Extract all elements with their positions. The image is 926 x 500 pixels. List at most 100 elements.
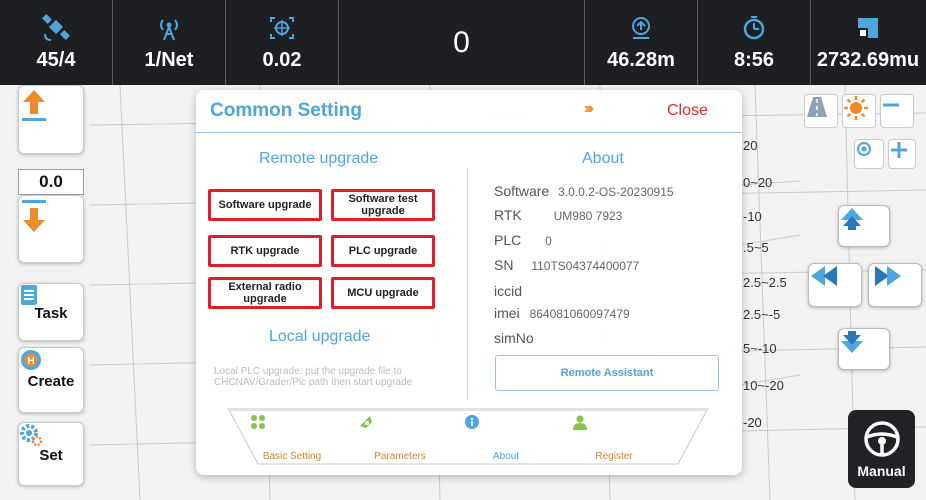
create-label: Create: [27, 372, 75, 390]
zoom-out-button[interactable]: [880, 94, 914, 128]
target-icon: [267, 11, 297, 45]
raise-blade-button[interactable]: [18, 85, 84, 154]
tab-about[interactable]: About: [464, 414, 548, 462]
plc-row: PLC 0: [494, 232, 552, 248]
software-key: Software: [494, 183, 550, 199]
local-upgrade-hint: Local PLC upgrade: put the upgrade file …: [214, 366, 413, 388]
iccid-key: iccid: [494, 283, 523, 299]
move-down-button[interactable]: [838, 328, 890, 370]
view-mode-button[interactable]: [804, 94, 838, 128]
common-setting-dialog: Common Setting ››› Close Remote upgrade …: [196, 90, 742, 475]
area-status: 2732.69mu: [811, 0, 925, 85]
sn-row: SN 110TS04374400077: [494, 257, 639, 273]
imei-key: imei: [494, 305, 520, 321]
plc-upgrade-button[interactable]: PLC upgrade: [331, 235, 435, 267]
plc-value: 0: [545, 234, 552, 248]
title-divider: [196, 132, 742, 133]
double-arrow-up-icon: [841, 208, 863, 230]
precision-value: 0.02: [262, 48, 302, 71]
area-value: 2732.69mu: [816, 48, 920, 71]
blade-height-value: 0.0: [18, 169, 84, 195]
center-value: 0: [453, 25, 470, 59]
remote-upgrade-heading: Remote upgrade: [259, 150, 379, 167]
simno-row: simNo: [494, 330, 534, 346]
software-upgrade-button[interactable]: Software upgrade: [208, 189, 322, 221]
about-heading: About: [582, 150, 624, 167]
double-arrow-left-icon: [811, 266, 837, 286]
move-left-button[interactable]: [808, 263, 862, 307]
arrow-down-icon: [22, 200, 46, 232]
dialog-tab-bar: Basic Setting Parameters About Register: [226, 408, 710, 466]
map-label: 10~-20: [743, 378, 784, 393]
task-list-icon: [21, 285, 37, 305]
rtk-key: RTK: [494, 207, 522, 223]
signal-value: 1/Net: [144, 48, 194, 71]
manual-label: Manual: [857, 463, 906, 479]
locate-button[interactable]: [854, 139, 884, 169]
precision-status: 0.02: [226, 0, 339, 85]
imei-value: 864081060097479: [529, 307, 630, 321]
mcu-upgrade-button[interactable]: MCU upgrade: [331, 277, 435, 309]
satellite-count: 45/4: [36, 48, 76, 71]
tab-register-label: Register: [595, 451, 633, 462]
column-divider: [467, 168, 468, 400]
tab-parameters-label: Parameters: [374, 451, 426, 462]
distance-value: 46.28m: [607, 48, 675, 71]
local-upgrade-heading: Local upgrade: [269, 328, 371, 345]
lower-blade-button[interactable]: [18, 195, 84, 263]
plc-key: PLC: [494, 232, 522, 248]
sn-key: SN: [494, 257, 514, 273]
move-up-button[interactable]: [838, 205, 890, 247]
tab-basic-setting[interactable]: Basic Setting: [250, 414, 334, 462]
close-button[interactable]: Close: [667, 102, 708, 120]
software-version: 3.0.0.2-OS-20230915: [558, 185, 674, 199]
simno-key: simNo: [494, 330, 534, 346]
distance-status: 46.28m: [585, 0, 698, 85]
satellite-icon: [41, 11, 71, 45]
task-button[interactable]: Task: [18, 283, 84, 341]
distance-icon: [627, 11, 655, 45]
map-label: .5~5: [743, 240, 769, 255]
external-radio-upgrade-button[interactable]: External radio upgrade: [208, 277, 322, 309]
imei-row: imei 864081060097479: [494, 305, 630, 321]
create-button[interactable]: H Create: [18, 347, 84, 413]
brightness-button[interactable]: [842, 94, 876, 128]
zoom-in-button[interactable]: [888, 139, 916, 169]
rtk-row: RTK UM980 7923: [494, 207, 622, 223]
remote-assistant-button[interactable]: Remote Assistant: [495, 355, 719, 391]
software-test-upgrade-button[interactable]: Software test upgrade: [331, 189, 435, 221]
move-right-button[interactable]: [868, 263, 922, 307]
chevron-right-icon[interactable]: ›››: [584, 100, 594, 118]
double-arrow-right-icon: [875, 266, 901, 286]
center-readout: 0: [339, 0, 585, 85]
gear-icon: [20, 424, 43, 447]
map-label: 2.5~2.5: [743, 275, 787, 290]
tab-parameters[interactable]: Parameters: [358, 414, 442, 462]
status-bar: 45/4 1/Net 0.02 0 46.28m 8:56 2732.69mu: [0, 0, 926, 85]
rtk-value: UM980 7923: [553, 209, 623, 223]
double-arrow-down-icon: [841, 331, 863, 353]
manual-mode-button[interactable]: Manual: [848, 410, 915, 488]
minus-icon: [883, 103, 899, 107]
set-button[interactable]: Set: [18, 422, 84, 486]
tab-register[interactable]: Register: [572, 414, 656, 462]
clock-icon: [740, 11, 768, 45]
map-label: 2.5~-5: [743, 307, 781, 322]
steering-wheel-icon: [863, 421, 900, 457]
map-label: 5~-10: [743, 341, 777, 356]
signal-status: 1/Net: [113, 0, 226, 85]
rtk-upgrade-button[interactable]: RTK upgrade: [208, 235, 322, 267]
software-row: Software 3.0.0.2-OS-20230915: [494, 183, 674, 199]
tab-basic-setting-label: Basic Setting: [262, 451, 322, 462]
iccid-row: iccid: [494, 283, 522, 299]
svg-text:H: H: [27, 356, 34, 367]
antenna-icon: [154, 11, 184, 45]
task-label: Task: [34, 304, 68, 322]
road-view-icon: [807, 97, 827, 117]
locate-icon: [857, 142, 871, 156]
time-value: 8:56: [733, 48, 775, 71]
map-label: -10: [743, 209, 762, 224]
set-label: Set: [39, 446, 63, 464]
time-status: 8:56: [698, 0, 811, 85]
sn-value: 110TS04374400077: [531, 259, 640, 273]
